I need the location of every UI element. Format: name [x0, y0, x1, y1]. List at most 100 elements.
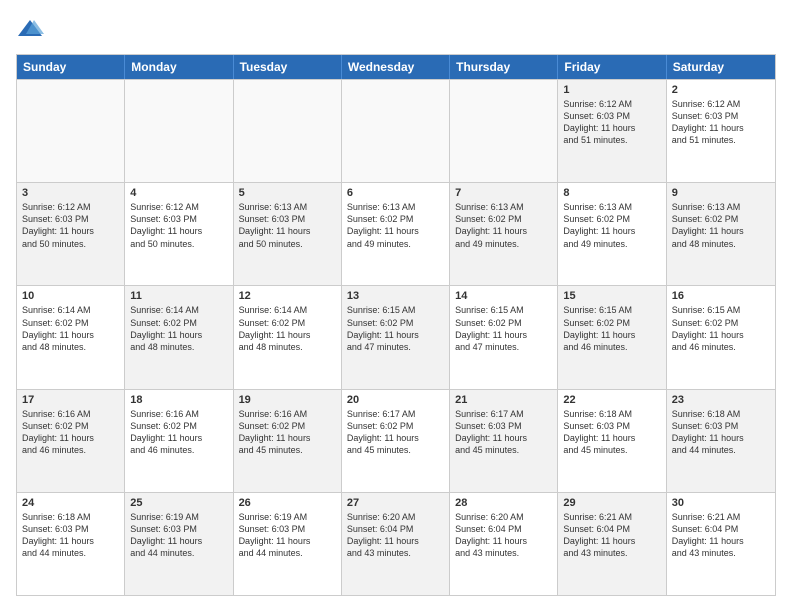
calendar-cell: 7 Sunrise: 6:13 AM Sunset: 6:02 PM Daylig… — [450, 183, 558, 285]
calendar-cell: 18 Sunrise: 6:16 AM Sunset: 6:02 PM Dayli… — [125, 390, 233, 492]
logo — [16, 16, 46, 44]
cell-info: Sunrise: 6:16 AM Sunset: 6:02 PM Dayligh… — [239, 408, 336, 457]
calendar-cell: 1 Sunrise: 6:12 AM Sunset: 6:03 PM Daylig… — [558, 80, 666, 182]
calendar-cell: 14 Sunrise: 6:15 AM Sunset: 6:02 PM Dayli… — [450, 286, 558, 388]
day-number: 13 — [347, 290, 444, 302]
day-number: 5 — [239, 187, 336, 199]
day-number: 2 — [672, 84, 770, 96]
cell-info: Sunrise: 6:17 AM Sunset: 6:03 PM Dayligh… — [455, 408, 552, 457]
calendar-cell — [125, 80, 233, 182]
calendar-cell: 6Sunrise: 6:13 AM Sunset: 6:02 PM Daylig… — [342, 183, 450, 285]
cell-info: Sunrise: 6:15 AM Sunset: 6:02 PM Dayligh… — [455, 304, 552, 353]
cell-info: Sunrise: 6:21 AM Sunset: 6:04 PM Dayligh… — [672, 511, 770, 560]
day-number: 27 — [347, 497, 444, 509]
calendar-cell: 13 Sunrise: 6:15 AM Sunset: 6:02 PM Dayli… — [342, 286, 450, 388]
cell-info: Sunrise: 6:16 AM Sunset: 6:02 PM Dayligh… — [22, 408, 119, 457]
calendar-header-cell: Saturday — [667, 55, 775, 79]
cell-info: Sunrise: 6:20 AM Sunset: 6:04 PM Dayligh… — [455, 511, 552, 560]
calendar-cell: 10Sunrise: 6:14 AM Sunset: 6:02 PM Dayli… — [17, 286, 125, 388]
calendar-cell: 21 Sunrise: 6:17 AM Sunset: 6:03 PM Dayli… — [450, 390, 558, 492]
calendar: SundayMondayTuesdayWednesdayThursdayFrid… — [16, 54, 776, 596]
day-number: 25 — [130, 497, 227, 509]
calendar-header-row: SundayMondayTuesdayWednesdayThursdayFrid… — [17, 55, 775, 79]
cell-info: Sunrise: 6:13 AM Sunset: 6:02 PM Dayligh… — [563, 201, 660, 250]
cell-info: Sunrise: 6:16 AM Sunset: 6:02 PM Dayligh… — [130, 408, 227, 457]
calendar-cell: 15 Sunrise: 6:15 AM Sunset: 6:02 PM Dayli… — [558, 286, 666, 388]
calendar-header-cell: Friday — [558, 55, 666, 79]
calendar-cell: 17Sunrise: 6:16 AM Sunset: 6:02 PM Dayli… — [17, 390, 125, 492]
day-number: 23 — [672, 394, 770, 406]
day-number: 20 — [347, 394, 444, 406]
cell-info: Sunrise: 6:20 AM Sunset: 6:04 PM Dayligh… — [347, 511, 444, 560]
day-number: 18 — [130, 394, 227, 406]
cell-info: Sunrise: 6:15 AM Sunset: 6:02 PM Dayligh… — [347, 304, 444, 353]
calendar-cell: 5 Sunrise: 6:13 AM Sunset: 6:03 PM Daylig… — [234, 183, 342, 285]
cell-info: Sunrise: 6:15 AM Sunset: 6:02 PM Dayligh… — [563, 304, 660, 353]
calendar-row: 17Sunrise: 6:16 AM Sunset: 6:02 PM Dayli… — [17, 389, 775, 492]
calendar-cell: 24 Sunrise: 6:18 AM Sunset: 6:03 PM Dayli… — [17, 493, 125, 595]
calendar-cell: 2 Sunrise: 6:12 AM Sunset: 6:03 PM Daylig… — [667, 80, 775, 182]
calendar-cell: 11Sunrise: 6:14 AM Sunset: 6:02 PM Dayli… — [125, 286, 233, 388]
day-number: 7 — [455, 187, 552, 199]
day-number: 15 — [563, 290, 660, 302]
day-number: 12 — [239, 290, 336, 302]
cell-info: Sunrise: 6:18 AM Sunset: 6:03 PM Dayligh… — [563, 408, 660, 457]
calendar-cell: 28 Sunrise: 6:20 AM Sunset: 6:04 PM Dayli… — [450, 493, 558, 595]
calendar-cell: 26 Sunrise: 6:19 AM Sunset: 6:03 PM Dayli… — [234, 493, 342, 595]
day-number: 29 — [563, 497, 660, 509]
cell-info: Sunrise: 6:13 AM Sunset: 6:02 PM Dayligh… — [347, 201, 444, 250]
cell-info: Sunrise: 6:13 AM Sunset: 6:03 PM Dayligh… — [239, 201, 336, 250]
calendar-row: 24 Sunrise: 6:18 AM Sunset: 6:03 PM Dayli… — [17, 492, 775, 595]
day-number: 24 — [22, 497, 119, 509]
calendar-body: 1 Sunrise: 6:12 AM Sunset: 6:03 PM Daylig… — [17, 79, 775, 595]
cell-info: Sunrise: 6:14 AM Sunset: 6:02 PM Dayligh… — [130, 304, 227, 353]
cell-info: Sunrise: 6:21 AM Sunset: 6:04 PM Dayligh… — [563, 511, 660, 560]
cell-info: Sunrise: 6:15 AM Sunset: 6:02 PM Dayligh… — [672, 304, 770, 353]
calendar-cell: 29 Sunrise: 6:21 AM Sunset: 6:04 PM Dayli… — [558, 493, 666, 595]
calendar-cell — [234, 80, 342, 182]
calendar-cell: 30 Sunrise: 6:21 AM Sunset: 6:04 PM Dayli… — [667, 493, 775, 595]
cell-info: Sunrise: 6:12 AM Sunset: 6:03 PM Dayligh… — [563, 98, 660, 147]
day-number: 28 — [455, 497, 552, 509]
day-number: 26 — [239, 497, 336, 509]
calendar-cell: 12 Sunrise: 6:14 AM Sunset: 6:02 PM Dayli… — [234, 286, 342, 388]
calendar-cell — [342, 80, 450, 182]
day-number: 10 — [22, 290, 119, 302]
day-number: 1 — [563, 84, 660, 96]
header — [16, 16, 776, 44]
day-number: 21 — [455, 394, 552, 406]
calendar-cell: 3 Sunrise: 6:12 AM Sunset: 6:03 PM Daylig… — [17, 183, 125, 285]
calendar-cell: 27 Sunrise: 6:20 AM Sunset: 6:04 PM Dayli… — [342, 493, 450, 595]
cell-info: Sunrise: 6:14 AM Sunset: 6:02 PM Dayligh… — [239, 304, 336, 353]
day-number: 22 — [563, 394, 660, 406]
calendar-row: 1 Sunrise: 6:12 AM Sunset: 6:03 PM Daylig… — [17, 79, 775, 182]
cell-info: Sunrise: 6:18 AM Sunset: 6:03 PM Dayligh… — [22, 511, 119, 560]
day-number: 9 — [672, 187, 770, 199]
cell-info: Sunrise: 6:13 AM Sunset: 6:02 PM Dayligh… — [455, 201, 552, 250]
cell-info: Sunrise: 6:19 AM Sunset: 6:03 PM Dayligh… — [130, 511, 227, 560]
day-number: 30 — [672, 497, 770, 509]
calendar-cell: 16Sunrise: 6:15 AM Sunset: 6:02 PM Dayli… — [667, 286, 775, 388]
calendar-header-cell: Sunday — [17, 55, 125, 79]
cell-info: Sunrise: 6:13 AM Sunset: 6:02 PM Dayligh… — [672, 201, 770, 250]
calendar-cell: 25 Sunrise: 6:19 AM Sunset: 6:03 PM Dayli… — [125, 493, 233, 595]
day-number: 19 — [239, 394, 336, 406]
cell-info: Sunrise: 6:19 AM Sunset: 6:03 PM Dayligh… — [239, 511, 336, 560]
calendar-cell: 9 Sunrise: 6:13 AM Sunset: 6:02 PM Daylig… — [667, 183, 775, 285]
calendar-cell: 19 Sunrise: 6:16 AM Sunset: 6:02 PM Dayli… — [234, 390, 342, 492]
calendar-header-cell: Monday — [125, 55, 233, 79]
calendar-cell — [17, 80, 125, 182]
calendar-cell: 22 Sunrise: 6:18 AM Sunset: 6:03 PM Dayli… — [558, 390, 666, 492]
calendar-cell: 8 Sunrise: 6:13 AM Sunset: 6:02 PM Daylig… — [558, 183, 666, 285]
cell-info: Sunrise: 6:12 AM Sunset: 6:03 PM Dayligh… — [672, 98, 770, 147]
calendar-cell — [450, 80, 558, 182]
cell-info: Sunrise: 6:12 AM Sunset: 6:03 PM Dayligh… — [22, 201, 119, 250]
day-number: 14 — [455, 290, 552, 302]
page: SundayMondayTuesdayWednesdayThursdayFrid… — [0, 0, 792, 612]
calendar-cell: 20 Sunrise: 6:17 AM Sunset: 6:02 PM Dayli… — [342, 390, 450, 492]
calendar-row: 3 Sunrise: 6:12 AM Sunset: 6:03 PM Daylig… — [17, 182, 775, 285]
cell-info: Sunrise: 6:17 AM Sunset: 6:02 PM Dayligh… — [347, 408, 444, 457]
day-number: 3 — [22, 187, 119, 199]
day-number: 8 — [563, 187, 660, 199]
calendar-cell: 4Sunrise: 6:12 AM Sunset: 6:03 PM Daylig… — [125, 183, 233, 285]
